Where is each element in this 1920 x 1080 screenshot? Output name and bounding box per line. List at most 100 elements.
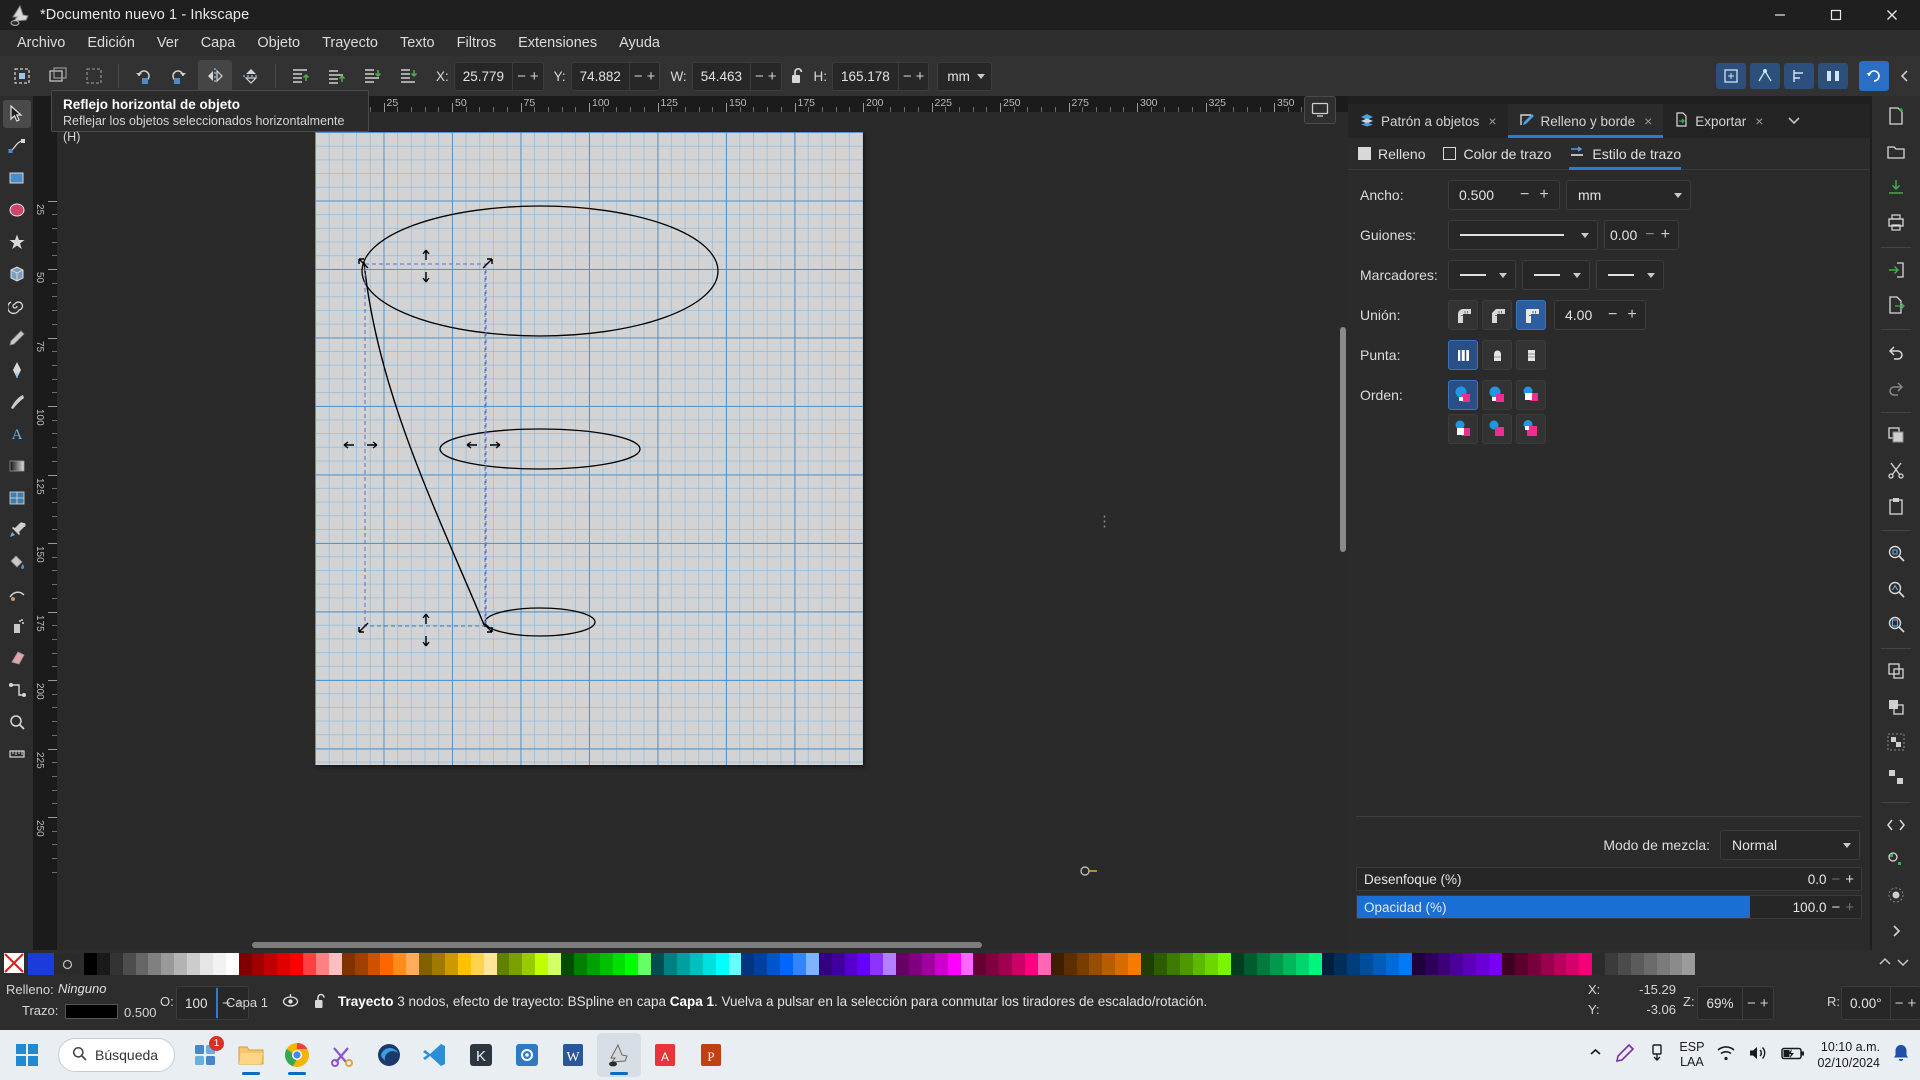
palette-none-swatch[interactable] [54, 953, 80, 975]
stroke-width-plus[interactable]: + [1534, 186, 1553, 204]
join-round-button[interactable] [1448, 300, 1478, 330]
menu-ayuda[interactable]: Ayuda [608, 32, 671, 54]
canvas-viewport[interactable]: ⋮ [57, 112, 1348, 950]
palette-swatch[interactable] [483, 953, 497, 975]
palette-swatch[interactable] [1269, 953, 1283, 975]
subtab-estilo-de-trazo[interactable]: Estilo de trazo [1569, 138, 1681, 170]
dock-overflow-chevron-down-icon[interactable] [1774, 104, 1814, 138]
palette-swatch[interactable] [406, 953, 420, 975]
palette-swatch-strip[interactable] [84, 953, 1868, 975]
palette-swatch[interactable] [1514, 953, 1528, 975]
subtab-relleno[interactable]: Relleno [1358, 138, 1425, 170]
cap-square-button[interactable] [1516, 340, 1546, 370]
select-all-icon[interactable] [5, 60, 39, 92]
settings-icon[interactable] [505, 1033, 549, 1077]
lock-open-icon[interactable] [790, 66, 806, 86]
palette-swatch[interactable] [174, 953, 188, 975]
palette-swatch[interactable] [1076, 953, 1090, 975]
palette-swatch[interactable] [1411, 953, 1425, 975]
palette-swatch[interactable] [1282, 953, 1296, 975]
usb-icon[interactable] [1647, 1043, 1667, 1068]
palette-swatch[interactable] [509, 953, 523, 975]
h-plus[interactable]: + [916, 63, 929, 90]
x-spinner[interactable]: 25.779 − + [453, 61, 544, 91]
palette-swatch[interactable] [560, 953, 574, 975]
stroke-color-swatch[interactable] [65, 1004, 118, 1019]
join-miter-button[interactable] [1516, 300, 1546, 330]
palette-swatch[interactable] [432, 953, 445, 975]
palette-swatch[interactable] [792, 953, 806, 975]
palette-swatch[interactable] [341, 953, 355, 975]
palette-swatch[interactable] [1089, 953, 1103, 975]
opacity-value[interactable]: 100.0 [1793, 900, 1827, 915]
order-markers-fill-stroke-button[interactable] [1516, 380, 1546, 410]
palette-swatch[interactable] [1579, 953, 1593, 975]
palette-swatch[interactable] [1063, 953, 1077, 975]
bell-icon[interactable] [1892, 1043, 1910, 1067]
w-value[interactable]: 54.463 [693, 69, 750, 84]
menu-objeto[interactable]: Objeto [246, 32, 311, 54]
palette-swatch[interactable] [612, 953, 626, 975]
dash-offset-plus[interactable]: + [1658, 226, 1673, 244]
dash-offset-value[interactable]: 0.00 [1605, 227, 1642, 243]
select-all-layers-icon[interactable] [41, 60, 75, 92]
mesh-tool[interactable] [3, 484, 31, 512]
palette-swatch[interactable] [1643, 953, 1657, 975]
palette-swatch[interactable] [767, 953, 781, 975]
import-icon[interactable] [1879, 253, 1913, 285]
no-color-swatch[interactable] [2, 951, 28, 977]
palette-swatch[interactable] [921, 953, 935, 975]
rotation-value[interactable]: 0.00° [1842, 996, 1890, 1011]
palette-swatch[interactable] [148, 953, 162, 975]
palette-swatch[interactable] [960, 953, 974, 975]
cut-icon[interactable] [1879, 454, 1913, 486]
lock-open-icon[interactable] [313, 992, 328, 1016]
w-minus[interactable]: − [749, 62, 768, 90]
color-palette[interactable] [0, 950, 1920, 978]
palette-swatch[interactable] [947, 953, 961, 975]
battery-charging-icon[interactable] [1781, 1045, 1805, 1066]
palette-swatch[interactable] [754, 953, 768, 975]
w-plus[interactable]: + [768, 63, 781, 90]
palette-swatch[interactable] [599, 953, 613, 975]
stroke-width-unit-select[interactable]: mm [1566, 180, 1691, 210]
palette-swatch[interactable] [741, 953, 755, 975]
palette-swatch[interactable] [1527, 953, 1541, 975]
clock[interactable]: 10:10 a.m. 02/10/2024 [1817, 1039, 1880, 1071]
palette-swatch[interactable] [857, 953, 871, 975]
palette-swatch[interactable] [354, 953, 368, 975]
file-explorer-icon[interactable] [229, 1033, 273, 1077]
paste-icon[interactable] [1879, 490, 1913, 522]
palette-swatch[interactable] [1424, 953, 1438, 975]
palette-swatch[interactable] [212, 953, 226, 975]
palette-swatch[interactable] [1231, 953, 1245, 975]
flip-horizontal-icon[interactable] [198, 60, 232, 92]
edge-dev-icon[interactable] [367, 1033, 411, 1077]
palette-swatch[interactable] [470, 953, 484, 975]
palette-swatch[interactable] [161, 953, 175, 975]
ellipse-tool[interactable] [3, 196, 31, 224]
palette-swatch[interactable] [1205, 953, 1219, 975]
palette-swatch[interactable] [664, 953, 677, 975]
dash-offset-spinner[interactable]: 0.00 − + [1604, 220, 1679, 250]
paint-bucket-tool[interactable] [3, 548, 31, 576]
fill-value[interactable]: Ninguno [58, 981, 106, 996]
palette-swatch[interactable] [1437, 953, 1451, 975]
rotate-cw-90-icon[interactable] [162, 60, 196, 92]
blur-slider[interactable]: Desenfoque (%) 0.0 − + [1356, 867, 1862, 891]
order-variant-5-button[interactable] [1482, 414, 1512, 444]
lower-to-bottom-icon[interactable] [391, 60, 425, 92]
input-language-indicator[interactable]: ESP LAA [1679, 1040, 1704, 1070]
h-value[interactable]: 165.178 [833, 69, 898, 84]
palette-swatch[interactable] [1244, 953, 1258, 975]
zoom-selection-icon[interactable] [1879, 537, 1913, 569]
palette-swatch[interactable] [1334, 953, 1348, 975]
connector-tool[interactable] [3, 676, 31, 704]
palette-swatch[interactable] [535, 953, 549, 975]
3dbox-tool[interactable] [3, 260, 31, 288]
x-value[interactable]: 25.779 [455, 69, 512, 84]
palette-swatch[interactable] [522, 953, 536, 975]
menu-edicion[interactable]: Edición [76, 32, 146, 54]
duplicate-icon[interactable] [1879, 655, 1913, 687]
close-icon[interactable]: × [1644, 113, 1652, 129]
